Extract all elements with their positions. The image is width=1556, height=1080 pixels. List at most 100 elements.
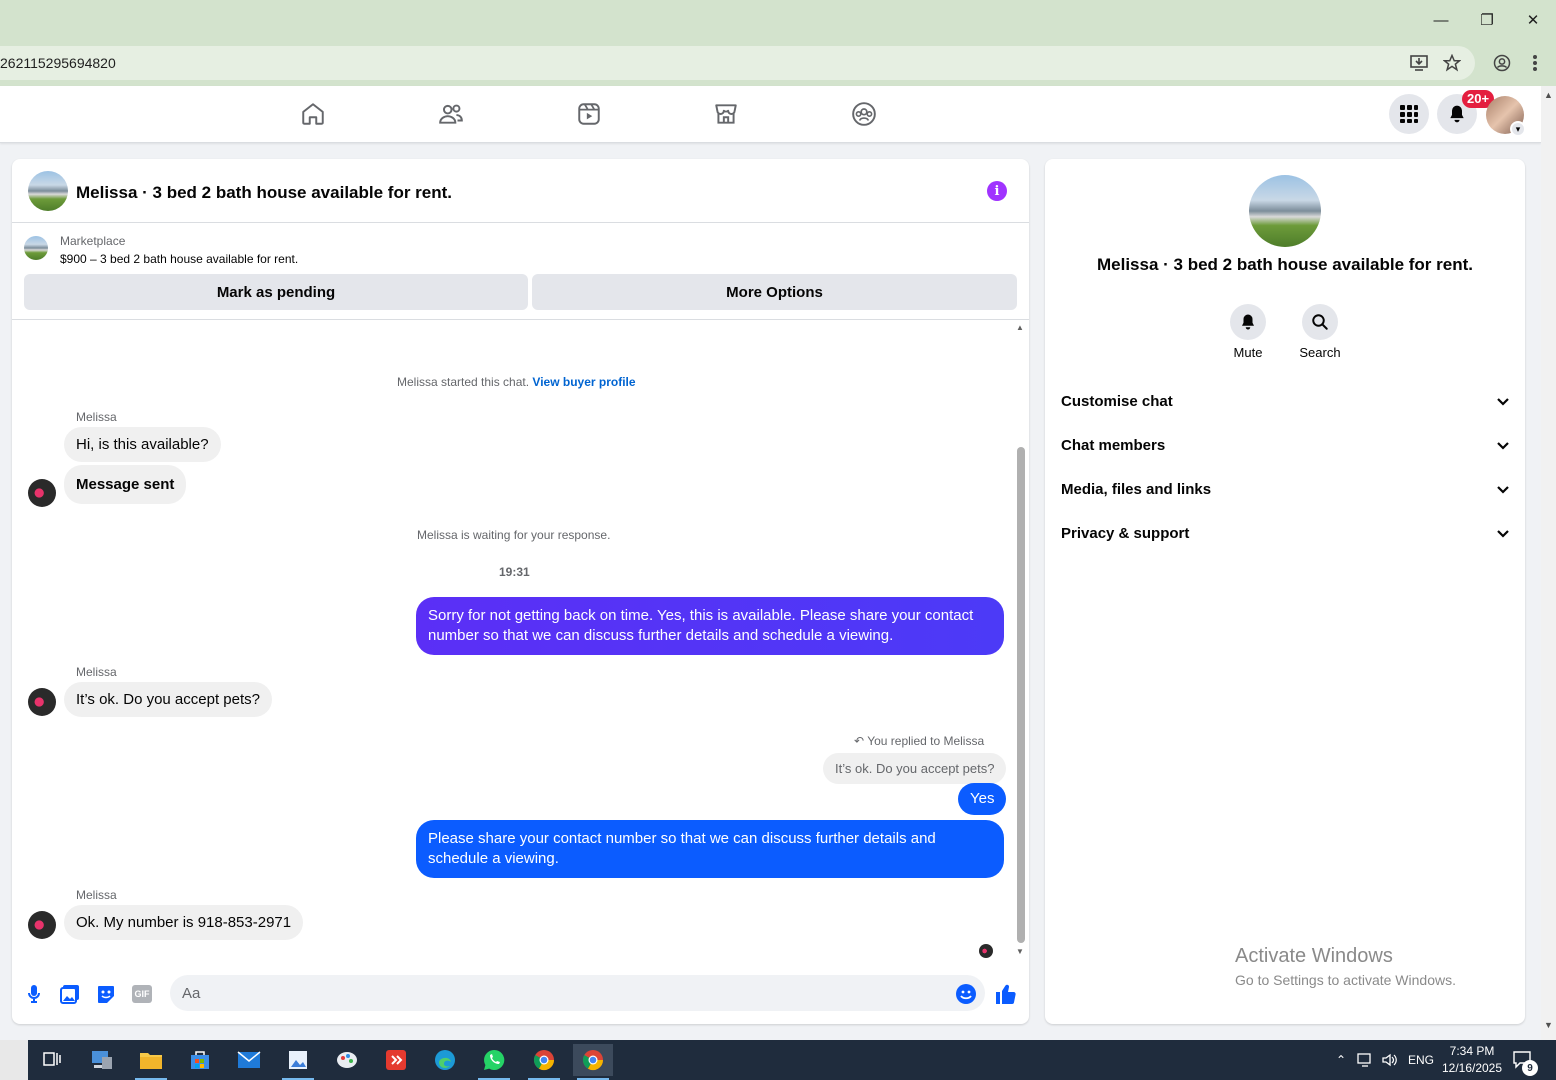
reply-arrow-icon: ↶ <box>854 734 865 748</box>
view-buyer-profile-link[interactable]: View buyer profile <box>532 375 635 389</box>
section-media-files-links[interactable]: Media, files and links <box>1061 467 1509 511</box>
chat-title[interactable]: Melissa · 3 bed 2 bath house available f… <box>76 183 452 203</box>
listing-thumbnail[interactable] <box>24 236 48 260</box>
more-options-button[interactable]: More Options <box>532 274 1017 310</box>
incoming-message[interactable]: Ok. My number is 918-853-2971 <box>64 905 304 940</box>
reply-notice-text: You replied to Melissa <box>867 734 985 748</box>
incoming-message[interactable]: It’s ok. Do you accept pets? <box>64 682 272 717</box>
task-view-icon[interactable] <box>32 1044 72 1076</box>
listing-card: Marketplace $900 – 3 bed 2 bath house av… <box>12 224 1029 320</box>
mute-label[interactable]: Mute <box>1208 345 1288 360</box>
message-input[interactable] <box>170 975 985 1011</box>
anydesk-icon[interactable] <box>376 1044 416 1076</box>
emoji-icon[interactable] <box>953 981 979 1007</box>
listing-large-avatar[interactable] <box>1249 175 1321 247</box>
image-viewer-icon[interactable] <box>278 1044 318 1080</box>
sender-name: Melissa <box>76 888 117 902</box>
melissa-avatar[interactable] <box>28 688 56 716</box>
close-icon[interactable]: ✕ <box>1510 0 1556 40</box>
activate-windows-watermark: Activate Windows Go to Settings to activ… <box>1235 945 1456 988</box>
scroll-up-icon[interactable]: ▲ <box>1544 90 1553 100</box>
paint-icon[interactable] <box>327 1044 367 1076</box>
section-customise-chat[interactable]: Customise chat <box>1061 379 1509 423</box>
listing-price-title[interactable]: $900 – 3 bed 2 bath house available for … <box>60 252 298 266</box>
section-label: Privacy & support <box>1061 524 1190 542</box>
bookmark-star-icon[interactable] <box>1441 52 1463 74</box>
gif-label: GIF <box>132 985 152 1003</box>
language-indicator[interactable]: ENG <box>1408 1040 1434 1080</box>
windows-taskbar: ⌃ ENG 7:34 PM 12/16/2025 9 <box>0 1040 1556 1080</box>
minimize-icon[interactable]: — <box>1418 0 1464 40</box>
microphone-icon[interactable] <box>21 981 47 1007</box>
search-icon[interactable] <box>1302 304 1338 340</box>
melissa-avatar[interactable] <box>28 911 56 939</box>
incoming-message[interactable]: Hi, is this available? <box>64 427 221 462</box>
friends-icon[interactable] <box>437 100 465 128</box>
profile-icon[interactable] <box>1491 52 1513 74</box>
section-label: Media, files and links <box>1061 480 1212 498</box>
composer: GIF <box>12 971 1029 1019</box>
scroll-down-icon[interactable]: ▼ <box>1544 1020 1553 1030</box>
marketplace-label: Marketplace <box>60 234 126 248</box>
section-label: Customise chat <box>1061 392 1173 410</box>
chevron-down-icon <box>1497 437 1509 454</box>
facebook-topbar: 20+ <box>0 86 1541 143</box>
whatsapp-icon[interactable] <box>474 1044 514 1080</box>
network-icon[interactable] <box>1357 1040 1375 1080</box>
marketplace-icon[interactable] <box>712 100 740 128</box>
groups-icon[interactable] <box>850 100 878 128</box>
thumbs-up-icon[interactable] <box>993 981 1019 1007</box>
scroll-down-icon[interactable]: ▼ <box>1016 947 1024 956</box>
chevron-down-icon <box>1497 393 1509 410</box>
mute-bell-icon[interactable] <box>1230 304 1266 340</box>
info-title: Melissa · 3 bed 2 bath house available f… <box>1096 255 1473 274</box>
info-icon[interactable]: i <box>987 181 1007 201</box>
chrome-icon[interactable] <box>524 1044 564 1080</box>
section-chat-members[interactable]: Chat members <box>1061 423 1509 467</box>
outgoing-message[interactable]: Please share your contact number so that… <box>416 820 1004 878</box>
home-icon[interactable] <box>299 100 327 128</box>
mark-pending-button[interactable]: Mark as pending <box>24 274 528 310</box>
sticker-icon[interactable] <box>93 981 119 1007</box>
quoted-message[interactable]: It’s ok. Do you accept pets? <box>823 753 1007 784</box>
sender-name: Melissa <box>76 410 117 424</box>
volume-icon[interactable] <box>1381 1040 1399 1080</box>
menu-grid-icon[interactable] <box>1389 94 1429 134</box>
watermark-line2: Go to Settings to activate Windows. <box>1235 972 1456 988</box>
chat-scrollbar[interactable]: ▲ ▼ <box>1014 321 1026 961</box>
outgoing-message[interactable]: Yes <box>958 783 1007 815</box>
chrome-profile-icon[interactable] <box>573 1044 613 1080</box>
search-label[interactable]: Search <box>1280 345 1360 360</box>
page-scrollbar[interactable]: ▲ ▼ <box>1541 86 1556 1040</box>
mail-icon[interactable] <box>229 1044 269 1076</box>
message-sent-card[interactable]: Message sent <box>64 465 187 504</box>
show-hidden-icons[interactable]: ⌃ <box>1336 1040 1346 1080</box>
computer-icon[interactable] <box>82 1044 122 1076</box>
install-app-icon[interactable] <box>1408 52 1430 74</box>
browser-menu-icon[interactable] <box>1524 52 1546 74</box>
gif-icon[interactable]: GIF <box>129 981 155 1007</box>
listing-avatar[interactable] <box>28 171 68 211</box>
scroll-thumb[interactable] <box>1017 447 1025 943</box>
outgoing-message[interactable]: Sorry for not getting back on time. Yes,… <box>416 597 1004 655</box>
photo-icon[interactable] <box>57 981 83 1007</box>
start-strip <box>0 1040 28 1080</box>
section-privacy-support[interactable]: Privacy & support <box>1061 511 1509 555</box>
scroll-up-icon[interactable]: ▲ <box>1016 323 1024 332</box>
file-explorer-icon[interactable] <box>131 1044 171 1080</box>
clock-date: 12/16/2025 <box>1441 1061 1503 1075</box>
melissa-avatar[interactable] <box>28 479 56 507</box>
clock[interactable]: 7:34 PM 12/16/2025 <box>1432 1043 1512 1077</box>
edge-icon[interactable] <box>425 1044 465 1076</box>
url-text: 262115295694820 <box>0 55 116 71</box>
reply-notice: ↶ You replied to Melissa <box>854 734 984 748</box>
address-bar[interactable]: 262115295694820 <box>0 46 1475 80</box>
chevron-down-icon <box>1497 525 1509 542</box>
seen-avatar <box>979 944 993 958</box>
video-icon[interactable] <box>575 100 603 128</box>
timestamp: 19:31 <box>499 565 530 579</box>
address-row: 262115295694820 <box>0 40 1556 86</box>
restore-icon[interactable]: ❐ <box>1464 0 1510 40</box>
store-icon[interactable] <box>180 1044 220 1076</box>
chevron-down-icon[interactable]: ▾ <box>1510 121 1526 137</box>
